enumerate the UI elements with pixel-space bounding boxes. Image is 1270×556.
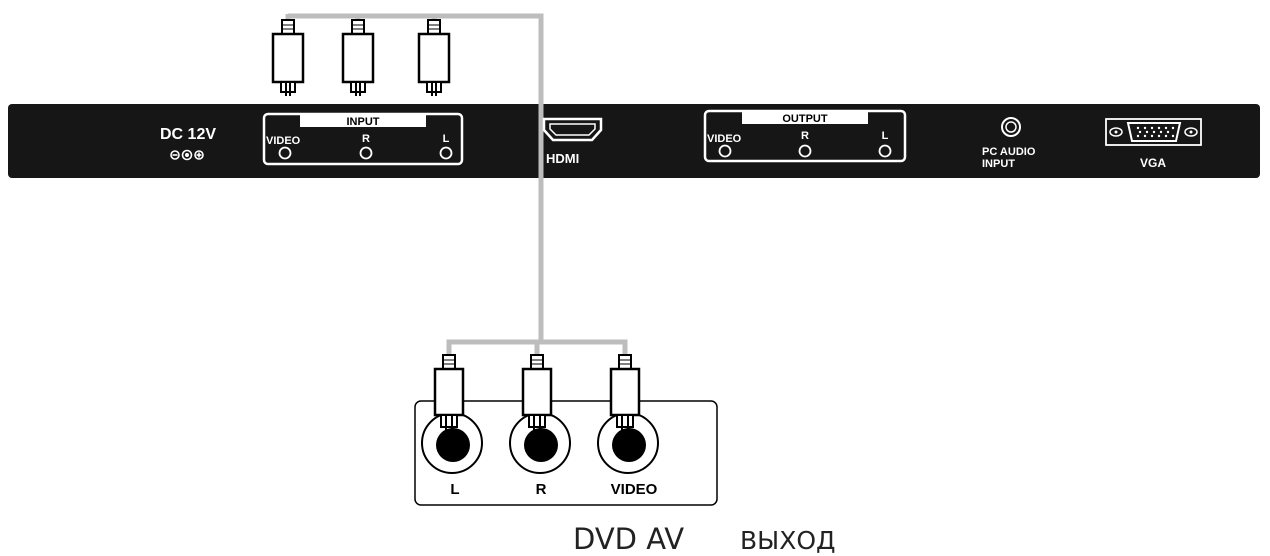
output-l-label: L [882,130,889,142]
output-title: OUTPUT [782,113,828,125]
dvd-jack-r-label: R [536,481,547,498]
hdmi-label: HDMI [546,151,579,166]
input-r-label: R [362,133,370,145]
input-plug-3 [417,19,451,96]
dc-12v-label: DC 12V [160,126,216,143]
input-plug-1 [271,19,305,96]
connection-diagram: DC 12V INPUT VIDEO R L HDMI OUTPUT VIDEO [8,13,1260,556]
input-plug-2 [341,19,375,96]
input-video-label: VIDEO [266,135,301,147]
av-cable [285,13,628,357]
pc-audio-label: PC AUDIO [982,146,1036,158]
vga-label: VGA [1140,156,1166,170]
output-r-label: R [801,130,809,142]
dvd-jack-l-label: L [450,481,459,498]
input-title: INPUT [347,116,380,128]
dvd-output-caption: ВЫХОД [740,526,836,555]
dvd-jack-video-label: VIDEO [611,481,658,498]
input-l-label: L [443,133,450,145]
output-video-label: VIDEO [707,133,742,145]
dvd-av-caption: DVD AV [573,522,684,556]
pc-audio-input-label: INPUT [982,158,1015,170]
